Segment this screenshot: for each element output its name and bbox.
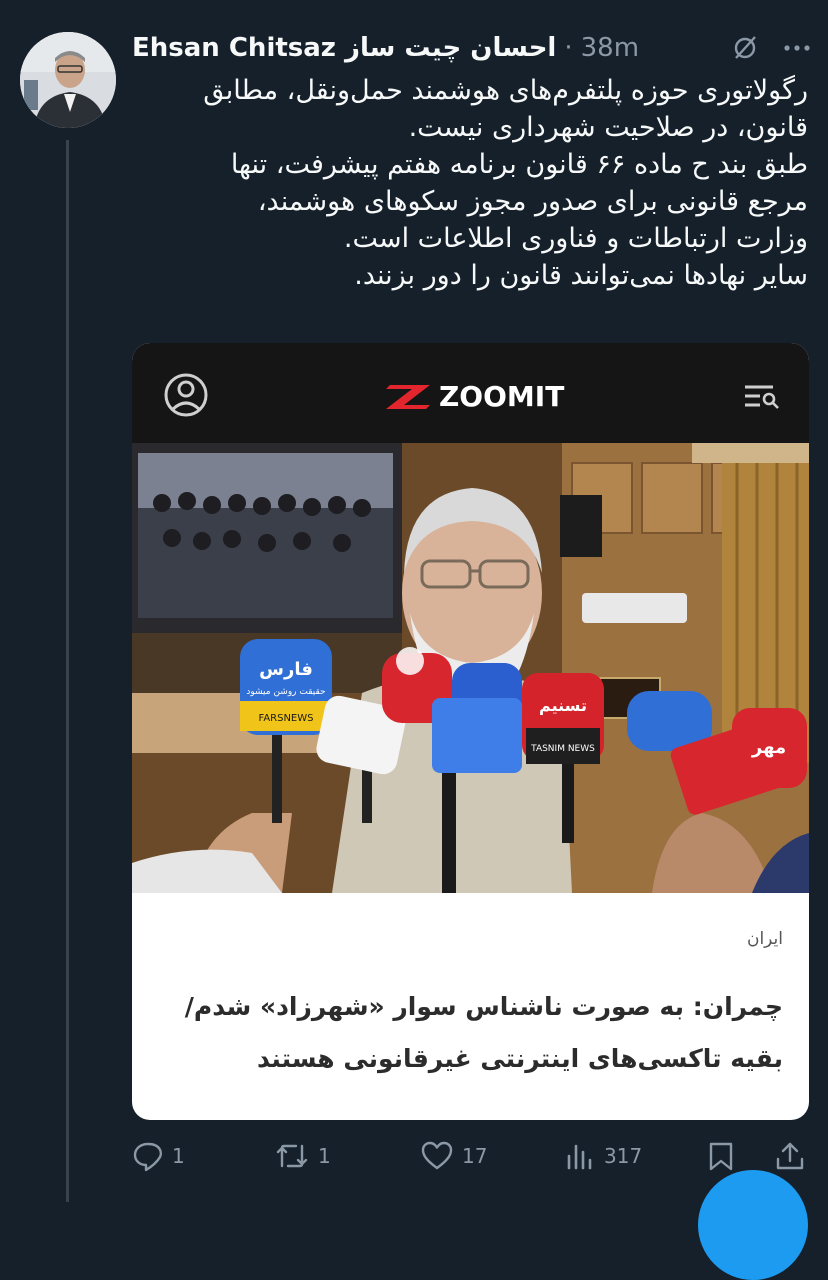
- bookmark-button[interactable]: [706, 1134, 736, 1178]
- menu-search-icon[interactable]: [745, 385, 779, 409]
- retweet-count: 1: [318, 1144, 331, 1168]
- retweet-button[interactable]: 1: [274, 1134, 331, 1178]
- thread-line: [66, 140, 69, 1202]
- tweet-text-line: وزارت ارتباطات و فناوری اطلاعات است.: [343, 223, 808, 254]
- header-separator: ·: [564, 33, 573, 63]
- tweet-actions: 1 1 17 317: [132, 1134, 808, 1178]
- reply-icon: [133, 1142, 162, 1172]
- avatar[interactable]: [20, 32, 116, 128]
- grok-slash-icon[interactable]: [730, 33, 760, 63]
- article-image: فارس حقیقت روشن میشود FARSNEWS تسنیم TAS…: [132, 443, 809, 893]
- user-circle-icon[interactable]: [164, 373, 208, 417]
- like-icon: [421, 1141, 453, 1170]
- retweet-icon: [276, 1144, 308, 1168]
- share-button[interactable]: [774, 1134, 806, 1178]
- like-button[interactable]: 17: [420, 1134, 487, 1178]
- tweet-text-line: قانون، در صلاحیت شهرداری نیست.: [408, 112, 808, 143]
- share-icon: [776, 1142, 804, 1170]
- article-headline[interactable]: چمران: به صورت ناشناس سوار «شهرزاد» شدم/…: [153, 981, 783, 1085]
- more-icon[interactable]: [782, 33, 812, 63]
- views-button[interactable]: 317: [564, 1134, 642, 1178]
- tweet-time[interactable]: 38m: [581, 33, 639, 63]
- article-photo: فارس حقیقت روشن میشود FARSNEWS تسنیم TAS…: [132, 443, 809, 893]
- tweet-text-line: مرجع قانونی برای صدور مجوز سکوهای هوشمند…: [257, 186, 808, 217]
- zoomit-logo-icon: [386, 385, 430, 409]
- tweet-text: رگولاتوری حوزه پلتفرم‌های هوشمند حمل‌ونق…: [132, 72, 808, 294]
- article-category[interactable]: ایران: [747, 929, 783, 949]
- tweet-text-line: رگولاتوری حوزه پلتفرم‌های هوشمند حمل‌ونق…: [203, 75, 808, 106]
- like-count: 17: [462, 1144, 488, 1168]
- reply-button[interactable]: 1: [132, 1134, 185, 1178]
- reply-count: 1: [172, 1144, 185, 1168]
- view-count: 317: [604, 1144, 643, 1168]
- svg-text:تسنیم: تسنیم: [539, 696, 587, 715]
- headline-line: چمران: به صورت ناشناس سوار «شهرزاد» شدم/: [184, 992, 783, 1021]
- tweet-text-line: سایر نهادها نمی‌توانند قانون را دور بزنن…: [354, 260, 808, 291]
- bookmark-icon: [709, 1142, 733, 1171]
- author-name[interactable]: Ehsan Chitsaz احسان چیت ساز: [132, 33, 556, 63]
- headline-line: بقیه تاکسی‌های اینترنتی غیرقانونی هستند: [256, 1044, 783, 1073]
- views-icon: [567, 1144, 592, 1170]
- tweet-header: Ehsan Chitsaz احسان چیت ساز · 38m: [132, 28, 812, 68]
- header-icons: [730, 33, 812, 63]
- avatar-photo: [20, 32, 116, 128]
- link-preview-card[interactable]: ZOOMIT فارس حقیقت روشن میشود FARSNEWS تس…: [132, 343, 809, 1120]
- svg-text:مهر: مهر: [751, 737, 786, 758]
- svg-text:حقیقت روشن میشود: حقیقت روشن میشود: [246, 687, 325, 697]
- zoomit-brand: ZOOMIT: [439, 380, 564, 413]
- compose-fab[interactable]: [698, 1170, 808, 1280]
- zoomit-header-bar: ZOOMIT: [132, 343, 809, 443]
- tweet-text-line: طبق بند ح ماده ۶۶ قانون برنامه هفتم پیشر…: [230, 149, 808, 180]
- svg-text:TASNIM NEWS: TASNIM NEWS: [530, 744, 595, 754]
- zoomit-header-graphic: ZOOMIT: [164, 373, 779, 417]
- svg-text:فارس: فارس: [259, 659, 313, 680]
- svg-text:FARSNEWS: FARSNEWS: [258, 713, 313, 724]
